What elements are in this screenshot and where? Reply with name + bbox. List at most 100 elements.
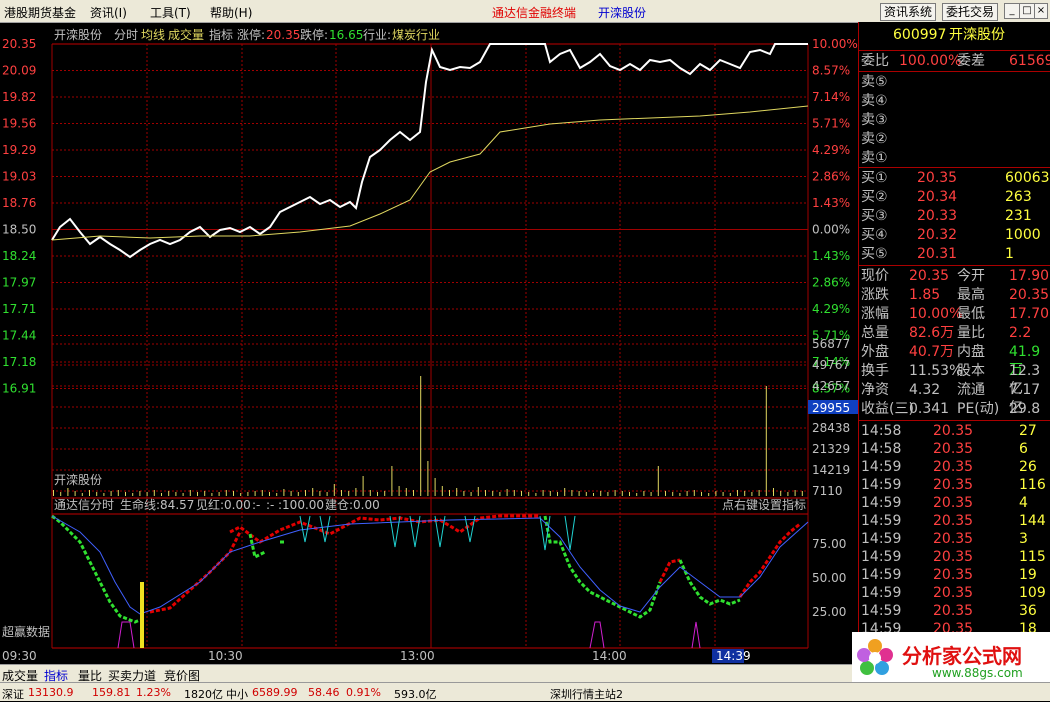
volume-bar xyxy=(290,491,292,496)
menu-item-hk[interactable]: 港股期货基金 xyxy=(4,4,76,21)
ask-row: 卖② xyxy=(859,130,1050,148)
volume-bar xyxy=(801,491,803,496)
tick-price: 20.35 xyxy=(933,495,974,511)
indicator-tick: 25.00 xyxy=(812,605,846,619)
volume-bar xyxy=(506,489,508,496)
price-tick: 19.82 xyxy=(2,90,36,104)
volume-bar xyxy=(470,492,472,496)
volume-bar xyxy=(319,491,321,496)
tick-row: 14:58 20.35 27 xyxy=(859,422,1050,440)
news-system-button[interactable]: 资讯系统 xyxy=(880,3,937,21)
tick-time: 14:59 xyxy=(861,531,902,547)
volume-bar xyxy=(204,491,206,496)
volume-bar xyxy=(427,461,429,496)
volume-bar xyxy=(542,490,544,496)
volume-bar xyxy=(672,492,674,496)
volume-bar xyxy=(600,491,602,496)
volume-bar xyxy=(521,491,522,496)
tick-row: 14:59 20.35 109 xyxy=(859,584,1050,602)
stat-label: 换手 xyxy=(861,363,889,379)
intraday-chart[interactable]: 开滦股份 分时 均线 成交量 指标 涨停: 20.35 跌停: 16.65 行业… xyxy=(0,22,858,664)
volume-bar xyxy=(722,492,724,496)
price-tick: 17.97 xyxy=(2,276,36,290)
tick-volume: 6 xyxy=(1019,441,1028,457)
tab-indicator: 指标 xyxy=(209,27,233,42)
tick-price: 20.35 xyxy=(933,549,974,565)
indicator-hint: 点右键设置指标 xyxy=(722,497,806,512)
volume-bar xyxy=(110,491,112,496)
limit-down-label: 跌停: xyxy=(300,27,328,42)
percent-tick: 1.43% xyxy=(812,196,850,210)
stat-value-2: 20.35 xyxy=(1009,287,1050,303)
stat-value: 4.32 xyxy=(909,382,941,398)
menu-item-news[interactable]: 资讯(I) xyxy=(90,4,127,21)
tab-avg: 均线 xyxy=(141,28,165,42)
bid-row: 买③ 20.33 231 xyxy=(859,207,1050,225)
volume-bar xyxy=(348,491,350,496)
volume-bar xyxy=(53,490,54,496)
tick-row: 14:59 20.35 4 xyxy=(859,494,1050,512)
volume-bar xyxy=(636,493,638,496)
volume-bar xyxy=(153,490,155,496)
indicator-line5: :100.00 xyxy=(278,498,324,512)
time-tick: 09:30 xyxy=(2,649,37,663)
sh-change: 159.81 xyxy=(92,686,131,699)
indicator-watermark: 超赢数据 xyxy=(2,624,50,639)
tick-row: 14:59 20.35 116 xyxy=(859,476,1050,494)
menu-item-tools[interactable]: 工具(T) xyxy=(150,4,191,21)
quote-header: 600997 开滦股份 xyxy=(859,26,1050,44)
industry-value: 煤炭行业 xyxy=(392,28,440,42)
ask-label: 卖⑤ xyxy=(861,74,888,90)
tick-row: 14:59 20.35 26 xyxy=(859,458,1050,476)
wc-value: 61569 xyxy=(1009,53,1050,69)
stat-row: 外盘 40.7万 内盘 41.9万 xyxy=(859,343,1050,378)
ask-label: 卖① xyxy=(861,150,888,166)
volume-bar xyxy=(355,488,357,496)
stat-label-2: 今开 xyxy=(957,268,985,284)
trade-button[interactable]: 委托交易 xyxy=(942,3,999,21)
volume-tick: 56877 xyxy=(812,337,850,351)
volume-bar xyxy=(621,491,623,496)
bid-volume: 263 xyxy=(1005,189,1032,205)
percent-tick: 2.86% xyxy=(812,276,850,290)
stat-row: 涨跌 1.85 最高 20.35 xyxy=(859,286,1050,304)
volume-tick: 21329 xyxy=(812,442,850,456)
volume-bar xyxy=(218,492,220,496)
stat-label-2: 股本 xyxy=(957,363,985,379)
price-tick: 18.76 xyxy=(2,196,36,210)
volume-bar xyxy=(139,491,141,496)
tick-time: 14:59 xyxy=(861,549,902,565)
volume-tick: 42657 xyxy=(812,379,850,393)
sh-percent: 1.23% xyxy=(136,686,171,699)
volume-bar xyxy=(535,493,537,496)
stat-row: 净资 4.32 流通 7.17亿 xyxy=(859,381,1050,416)
tick-volume: 36 xyxy=(1019,603,1037,619)
tick-volume: 4 xyxy=(1019,495,1028,511)
site-logo: 分析家公式网 www.88gs.com xyxy=(852,632,1050,682)
volume-bar xyxy=(81,493,83,496)
bid-volume: 231 xyxy=(1005,208,1032,224)
stat-label: 收益(三) xyxy=(861,401,914,417)
volume-bar xyxy=(168,491,170,496)
zx-value: 6589.99 xyxy=(252,686,298,699)
ask-label: 卖② xyxy=(861,131,888,147)
bid-price: 20.31 xyxy=(917,246,958,262)
menu-item-help[interactable]: 帮助(H) xyxy=(210,4,252,21)
tick-price: 20.35 xyxy=(933,531,974,547)
stat-label: 涨幅 xyxy=(861,306,889,322)
price-tick: 16.91 xyxy=(2,382,36,396)
price-tick: 19.29 xyxy=(2,143,36,157)
volume-bar xyxy=(341,490,342,496)
volume-axis: 568774976742657355482843821329142197110 xyxy=(812,337,850,498)
stat-row: 总量 82.6万 量比 2.2 xyxy=(859,324,1050,342)
chart-svg[interactable]: 开滦股份 分时 均线 成交量 指标 涨停: 20.35 跌停: 16.65 行业… xyxy=(0,22,858,664)
maximize-icon[interactable]: □ xyxy=(1019,3,1035,19)
bottom-tabs: 成交量 指标 量比 买卖力道 竞价图 xyxy=(0,664,858,683)
volume-tick: 28438 xyxy=(812,421,850,435)
stat-value: 10.00% xyxy=(909,306,963,322)
close-icon[interactable]: × xyxy=(1034,3,1048,19)
volume-bar xyxy=(384,491,386,496)
chart-grid xyxy=(51,43,809,649)
minimize-icon[interactable]: _ xyxy=(1004,3,1020,19)
bid-price: 20.34 xyxy=(917,189,958,205)
